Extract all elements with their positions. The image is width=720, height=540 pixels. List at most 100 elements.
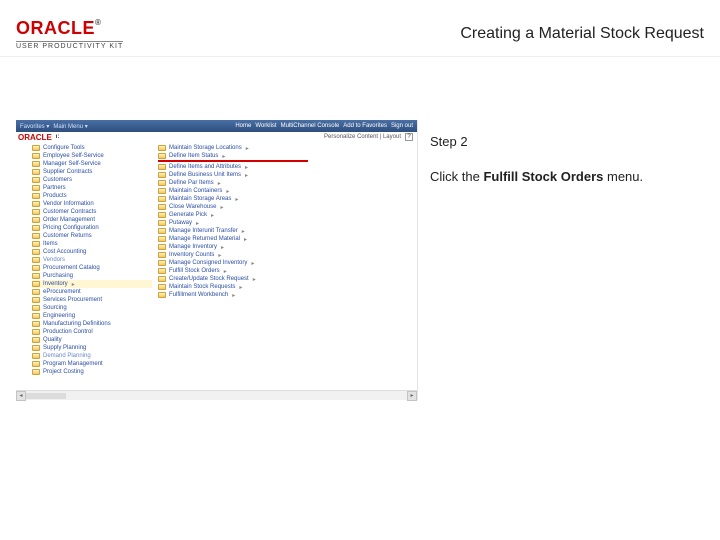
menu-item[interactable]: eProcurement (32, 288, 152, 296)
submenu-item[interactable]: Maintain Storage Areas▸ (158, 195, 308, 203)
menu-label: Inventory (43, 281, 68, 287)
submenu-item[interactable]: Create/Update Stock Request▸ (158, 275, 308, 283)
menu-item[interactable]: Manager Self-Service (32, 160, 152, 168)
menu-label: Employee Self-Service (43, 153, 104, 159)
menu-item[interactable]: Customer Returns (32, 232, 152, 240)
submenu-item[interactable]: Define Items and Attributes▸ (158, 163, 308, 171)
menu-item[interactable]: Customers (32, 176, 152, 184)
brand-tm: ® (95, 18, 101, 27)
chevron-right-icon: ▸ (246, 145, 249, 152)
menu-label: Sourcing (43, 305, 67, 311)
submenu-item[interactable]: Inventory Counts▸ (158, 251, 308, 259)
menu-item[interactable]: Supplier Contracts (32, 168, 152, 176)
menu-item[interactable]: Vendors (32, 256, 152, 264)
instruction-body: Click the Fulfill Stock Orders menu. (430, 169, 696, 186)
menu-item[interactable]: Partners (32, 184, 152, 192)
nav-favorites[interactable]: Favorites ▾ (20, 123, 49, 130)
menu-item[interactable]: Supply Planning (32, 344, 152, 352)
horizontal-scrollbar[interactable]: ◂ ▸ (16, 390, 417, 400)
submenu-item[interactable]: Putaway▸ (158, 219, 308, 227)
scroll-left-button[interactable]: ◂ (16, 391, 26, 401)
chevron-right-icon: ▸ (211, 212, 214, 219)
menu-item[interactable]: Procurement Catalog (32, 264, 152, 272)
submenu-item[interactable]: Manage Returned Material▸ (158, 235, 308, 243)
menu-item-inventory[interactable]: Inventory▸ (32, 280, 152, 288)
menu-item[interactable]: Configure Tools (32, 144, 152, 152)
menu-item[interactable]: Demand Planning (32, 352, 152, 360)
menu-item[interactable]: Products (32, 192, 152, 200)
menu-item[interactable]: Order Management (32, 216, 152, 224)
menu-label: Maintain Storage Locations (169, 145, 242, 151)
folder-icon (32, 185, 40, 191)
menu-item[interactable]: Production Control (32, 328, 152, 336)
nav-mcc[interactable]: MultiChannel Console (281, 123, 340, 129)
menu-item[interactable]: Customer Contracts (32, 208, 152, 216)
submenu-item[interactable]: Manage Interunit Transfer▸ (158, 227, 308, 235)
submenu-item[interactable]: Define Item Status▸ (158, 152, 308, 160)
menu-label: Supplier Contracts (43, 169, 92, 175)
menu-item[interactable]: Sourcing (32, 304, 152, 312)
menu-item[interactable]: Quality (32, 336, 152, 344)
submenu-item[interactable]: Manage Inventory▸ (158, 243, 308, 251)
folder-icon (32, 161, 40, 167)
submenu-item[interactable]: Maintain Stock Requests▸ (158, 283, 308, 291)
menu-label: Services Procurement (43, 297, 102, 303)
subbar-personalize[interactable]: Personalize Content | Layout (324, 134, 401, 140)
chevron-right-icon: ▸ (218, 180, 221, 187)
menu-label: Vendor Information (43, 201, 94, 207)
chevron-right-icon: ▸ (245, 172, 248, 179)
menu-item[interactable]: Pricing Configuration (32, 224, 152, 232)
chevron-right-icon: ▸ (245, 164, 248, 171)
scroll-right-button[interactable]: ▸ (407, 391, 417, 401)
folder-icon (32, 353, 40, 359)
folder-icon (158, 153, 166, 159)
submenu-item-fulfill-stock-orders[interactable]: Fulfill Stock Orders▸ (158, 267, 308, 275)
menu-label: Manage Interunit Transfer (169, 228, 238, 234)
submenu-item[interactable]: Maintain Containers▸ (158, 187, 308, 195)
menu-label: eProcurement (43, 289, 81, 295)
menu-item[interactable]: Items (32, 240, 152, 248)
menu-item[interactable]: Program Management (32, 360, 152, 368)
instruction-pre: Click the (430, 169, 483, 184)
submenu-item[interactable]: Maintain Storage Locations ▸ (158, 144, 308, 152)
menu-item[interactable]: Manufacturing Definitions (32, 320, 152, 328)
menu-item[interactable]: Purchasing (32, 272, 152, 280)
scroll-thumb[interactable] (26, 393, 66, 399)
menu-item[interactable]: Engineering (32, 312, 152, 320)
menu-item[interactable]: Cost Accounting (32, 248, 152, 256)
submenu-item[interactable]: Define Business Unit Items▸ (158, 171, 308, 179)
submenu-item[interactable]: Close Warehouse▸ (158, 203, 308, 211)
menu-item[interactable]: Services Procurement (32, 296, 152, 304)
submenu-item[interactable]: Manage Consigned Inventory▸ (158, 259, 308, 267)
nav-main-menu[interactable]: Main Menu ▾ (53, 123, 87, 130)
nav-signout[interactable]: Sign out (391, 123, 413, 129)
brand-logo-text: ORACLE (16, 18, 95, 38)
folder-icon (32, 193, 40, 199)
menu-item[interactable]: Vendor Information (32, 200, 152, 208)
submenu-item[interactable]: Generate Pick▸ (158, 211, 308, 219)
folder-icon (32, 201, 40, 207)
menu-item[interactable]: Project Costing (32, 368, 152, 376)
chevron-right-icon: ▸ (224, 268, 227, 275)
folder-icon (158, 276, 166, 282)
submenu-item[interactable]: Fulfillment Workbench▸ (158, 291, 308, 299)
menu-label: Vendors (43, 257, 65, 263)
menu-item[interactable]: Employee Self-Service (32, 152, 152, 160)
folder-icon (32, 361, 40, 367)
page-title: Creating a Material Stock Request (460, 25, 704, 43)
nav-home[interactable]: Home (235, 123, 251, 129)
folder-icon (158, 220, 166, 226)
menu-label: Putaway (169, 220, 192, 226)
chevron-right-icon: ▸ (251, 260, 254, 267)
menu-col-left: Configure Tools Employee Self-Service Ma… (32, 144, 152, 376)
folder-icon (158, 188, 166, 194)
chevron-right-icon: ▸ (220, 204, 223, 211)
menu-label: Partners (43, 185, 66, 191)
submenu-item[interactable]: Define Par Items▸ (158, 179, 308, 187)
folder-icon (32, 249, 40, 255)
subbar-help[interactable]: ? (405, 133, 413, 141)
menu-label: Maintain Storage Areas (169, 196, 231, 202)
nav-worklist[interactable]: Worklist (255, 123, 276, 129)
folder-icon (158, 292, 166, 298)
nav-add-fav[interactable]: Add to Favorites (343, 123, 387, 129)
